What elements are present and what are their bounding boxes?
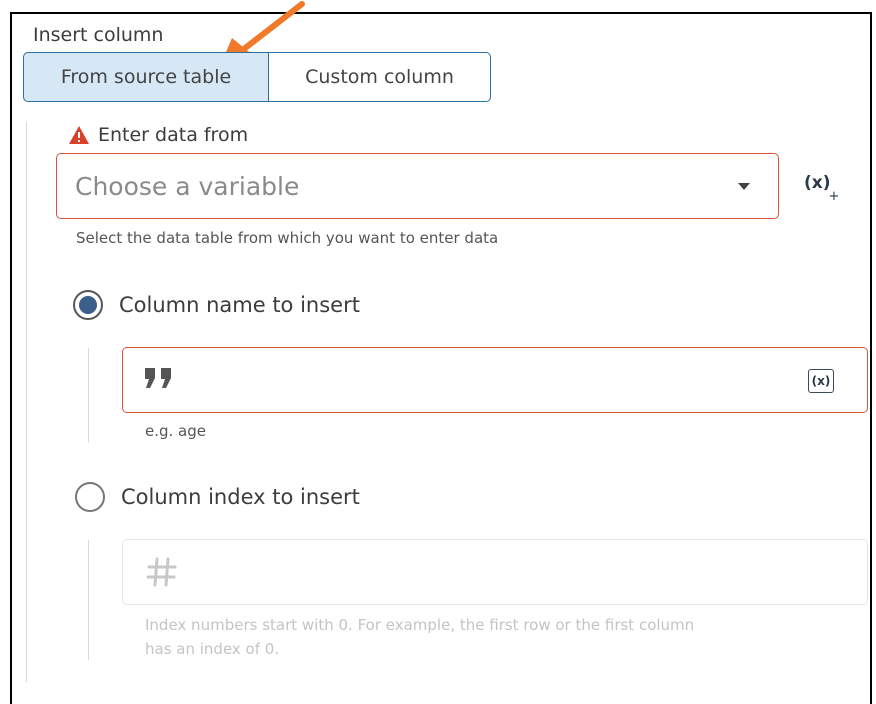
variable-icon[interactable]: (x) (808, 369, 834, 393)
variable-insert-icon[interactable]: (x)+ (804, 173, 841, 204)
column-index-radio[interactable] (75, 482, 105, 512)
from-source-table-button[interactable]: From source table (23, 52, 269, 102)
column-index-option[interactable]: Column index to insert (75, 482, 360, 512)
variable-select[interactable]: Choose a variable (56, 153, 779, 219)
column-name-option[interactable]: Column name to insert (73, 290, 360, 320)
quote-icon (145, 368, 171, 388)
enter-data-label-text: Enter data from (98, 124, 249, 146)
enter-data-label: Enter data from (68, 124, 248, 146)
radio-selected-dot (79, 296, 97, 314)
enter-data-helper: Select the data table from which you wan… (76, 229, 499, 247)
column-name-label: Column name to insert (119, 293, 360, 317)
source-mode-toggle: From source table Custom column (23, 52, 491, 102)
section-title: Insert column (33, 24, 164, 46)
column-index-guide (88, 540, 89, 660)
column-name-guide (88, 348, 89, 442)
warning-icon (69, 126, 89, 144)
column-index-label: Column index to insert (121, 485, 360, 509)
column-name-radio[interactable] (73, 290, 103, 320)
custom-column-button[interactable]: Custom column (269, 52, 491, 102)
column-name-helper: e.g. age (145, 422, 206, 440)
hash-icon (146, 557, 177, 587)
variable-select-placeholder: Choose a variable (75, 171, 300, 201)
chevron-down-icon (738, 183, 750, 190)
column-index-input[interactable] (122, 539, 868, 605)
column-name-input[interactable]: (x) (122, 347, 868, 413)
section-divider (26, 122, 27, 682)
column-index-helper: Index numbers start with 0. For example,… (145, 616, 695, 658)
